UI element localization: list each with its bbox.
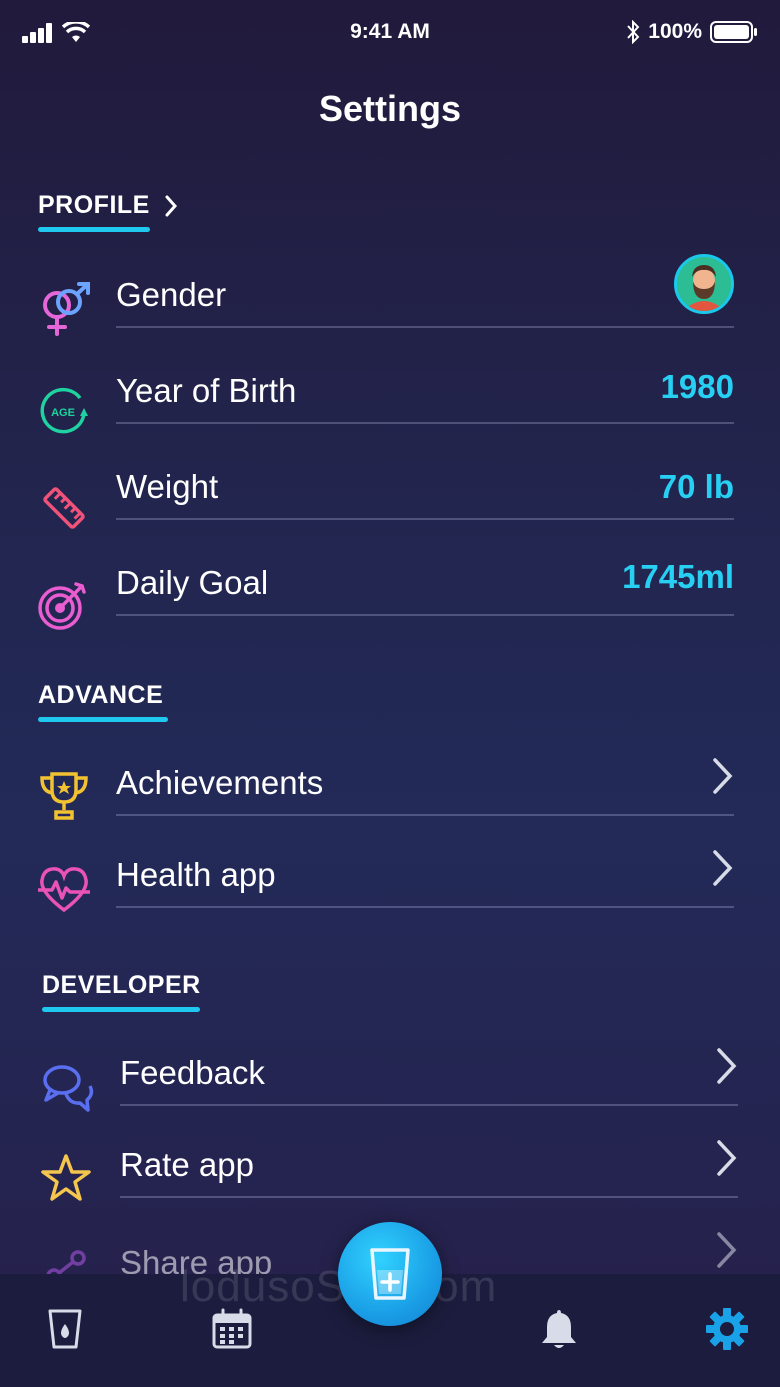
row-feedback-divider [120, 1104, 738, 1106]
section-profile-underline [38, 227, 150, 232]
row-year-of-birth-label: Year of Birth [116, 372, 297, 409]
section-advance-underline [38, 717, 168, 722]
row-daily-goal-value: 1745ml [622, 558, 734, 595]
add-water-button[interactable] [338, 1222, 442, 1326]
row-health-app-divider [116, 906, 734, 908]
chevron-right-icon [717, 1048, 737, 1084]
tab-glass[interactable] [42, 1306, 88, 1352]
status-bar: 9:41 AM 100% [0, 0, 780, 66]
row-health-app[interactable]: Health app [36, 832, 734, 928]
row-gender-label: Gender [116, 276, 227, 313]
chevron-right-icon [717, 1232, 737, 1268]
chevron-right-icon [165, 195, 177, 216]
row-feedback-label: Feedback [120, 1054, 265, 1091]
tab-calendar[interactable] [209, 1306, 255, 1352]
age-icon: AGE [36, 384, 92, 440]
avatar [674, 254, 734, 314]
svg-text:AGE: AGE [51, 407, 75, 419]
row-year-of-birth-value: 1980 [660, 368, 734, 405]
status-right: 100% [626, 20, 758, 44]
ruler-icon [36, 480, 92, 536]
section-developer-underline [42, 1007, 200, 1012]
section-developer-title: DEVELOPER [42, 971, 201, 999]
row-rate-app-label: Rate app [120, 1146, 254, 1183]
section-profile-header[interactable]: PROFILE [38, 191, 178, 232]
bell-icon [542, 1310, 576, 1348]
target-icon [36, 576, 92, 632]
row-weight-label: Weight [116, 468, 219, 505]
row-rate-app[interactable]: Rate app [40, 1122, 738, 1218]
calendar-icon [212, 1308, 252, 1349]
glass-icon [48, 1309, 82, 1349]
section-developer-header: DEVELOPER [42, 971, 201, 1012]
row-daily-goal-divider [116, 614, 734, 616]
row-achievements[interactable]: Achievements [36, 740, 734, 836]
add-water-icon [370, 1248, 410, 1300]
row-achievements-divider [116, 814, 734, 816]
row-achievements-label: Achievements [116, 764, 324, 801]
battery-percent: 100% [648, 20, 702, 43]
row-year-of-birth-divider [116, 422, 734, 424]
row-weight-value: 70 lb [658, 468, 734, 505]
tab-notifications[interactable] [536, 1306, 582, 1352]
chevron-right-icon [713, 850, 733, 886]
star-icon [40, 1152, 96, 1208]
section-advance-header: ADVANCE [38, 681, 168, 722]
row-year-of-birth[interactable]: AGE Year of Birth 1980 [36, 348, 734, 444]
section-advance-title: ADVANCE [38, 681, 164, 709]
row-daily-goal-label: Daily Goal [116, 564, 269, 601]
tab-settings[interactable] [704, 1306, 750, 1352]
section-profile-title: PROFILE [38, 191, 150, 219]
trophy-icon [36, 768, 92, 824]
row-gender[interactable]: Gender [36, 252, 734, 348]
row-rate-app-divider [120, 1196, 738, 1198]
row-weight-divider [116, 518, 734, 520]
row-gender-divider [116, 326, 734, 328]
heart-pulse-icon [36, 862, 92, 918]
row-health-app-label: Health app [116, 856, 276, 893]
chevron-right-icon [713, 758, 733, 794]
chat-icon [40, 1060, 96, 1116]
page-title: Settings [318, 88, 461, 129]
row-feedback[interactable]: Feedback [40, 1030, 738, 1126]
row-weight[interactable]: Weight 70 lb [36, 444, 734, 540]
gear-icon [706, 1308, 748, 1350]
gender-icon [36, 282, 92, 338]
chevron-right-icon [717, 1140, 737, 1176]
bluetooth-icon [627, 20, 640, 44]
row-daily-goal[interactable]: Daily Goal 1745ml [36, 540, 734, 636]
battery-icon [710, 21, 757, 43]
